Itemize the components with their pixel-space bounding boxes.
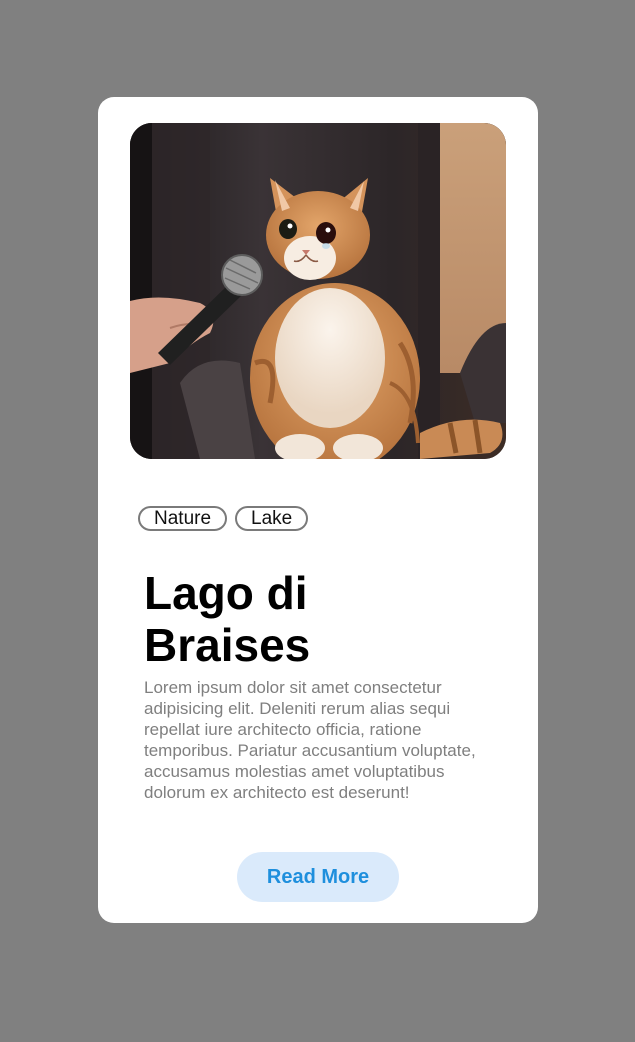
article-card: Nature Lake Lago di Braises Lorem ipsum … <box>98 97 538 923</box>
tag-lake[interactable]: Lake <box>235 506 309 531</box>
card-title: Lago di Braises <box>144 567 311 671</box>
tag-list: Nature Lake <box>138 506 309 531</box>
card-description: Lorem ipsum dolor sit amet consectetur a… <box>144 678 476 802</box>
card-photo <box>130 123 506 459</box>
read-more-button[interactable]: Read More <box>237 852 399 902</box>
crying-cat-photo-illustration <box>130 123 506 459</box>
tag-nature[interactable]: Nature <box>138 506 228 531</box>
